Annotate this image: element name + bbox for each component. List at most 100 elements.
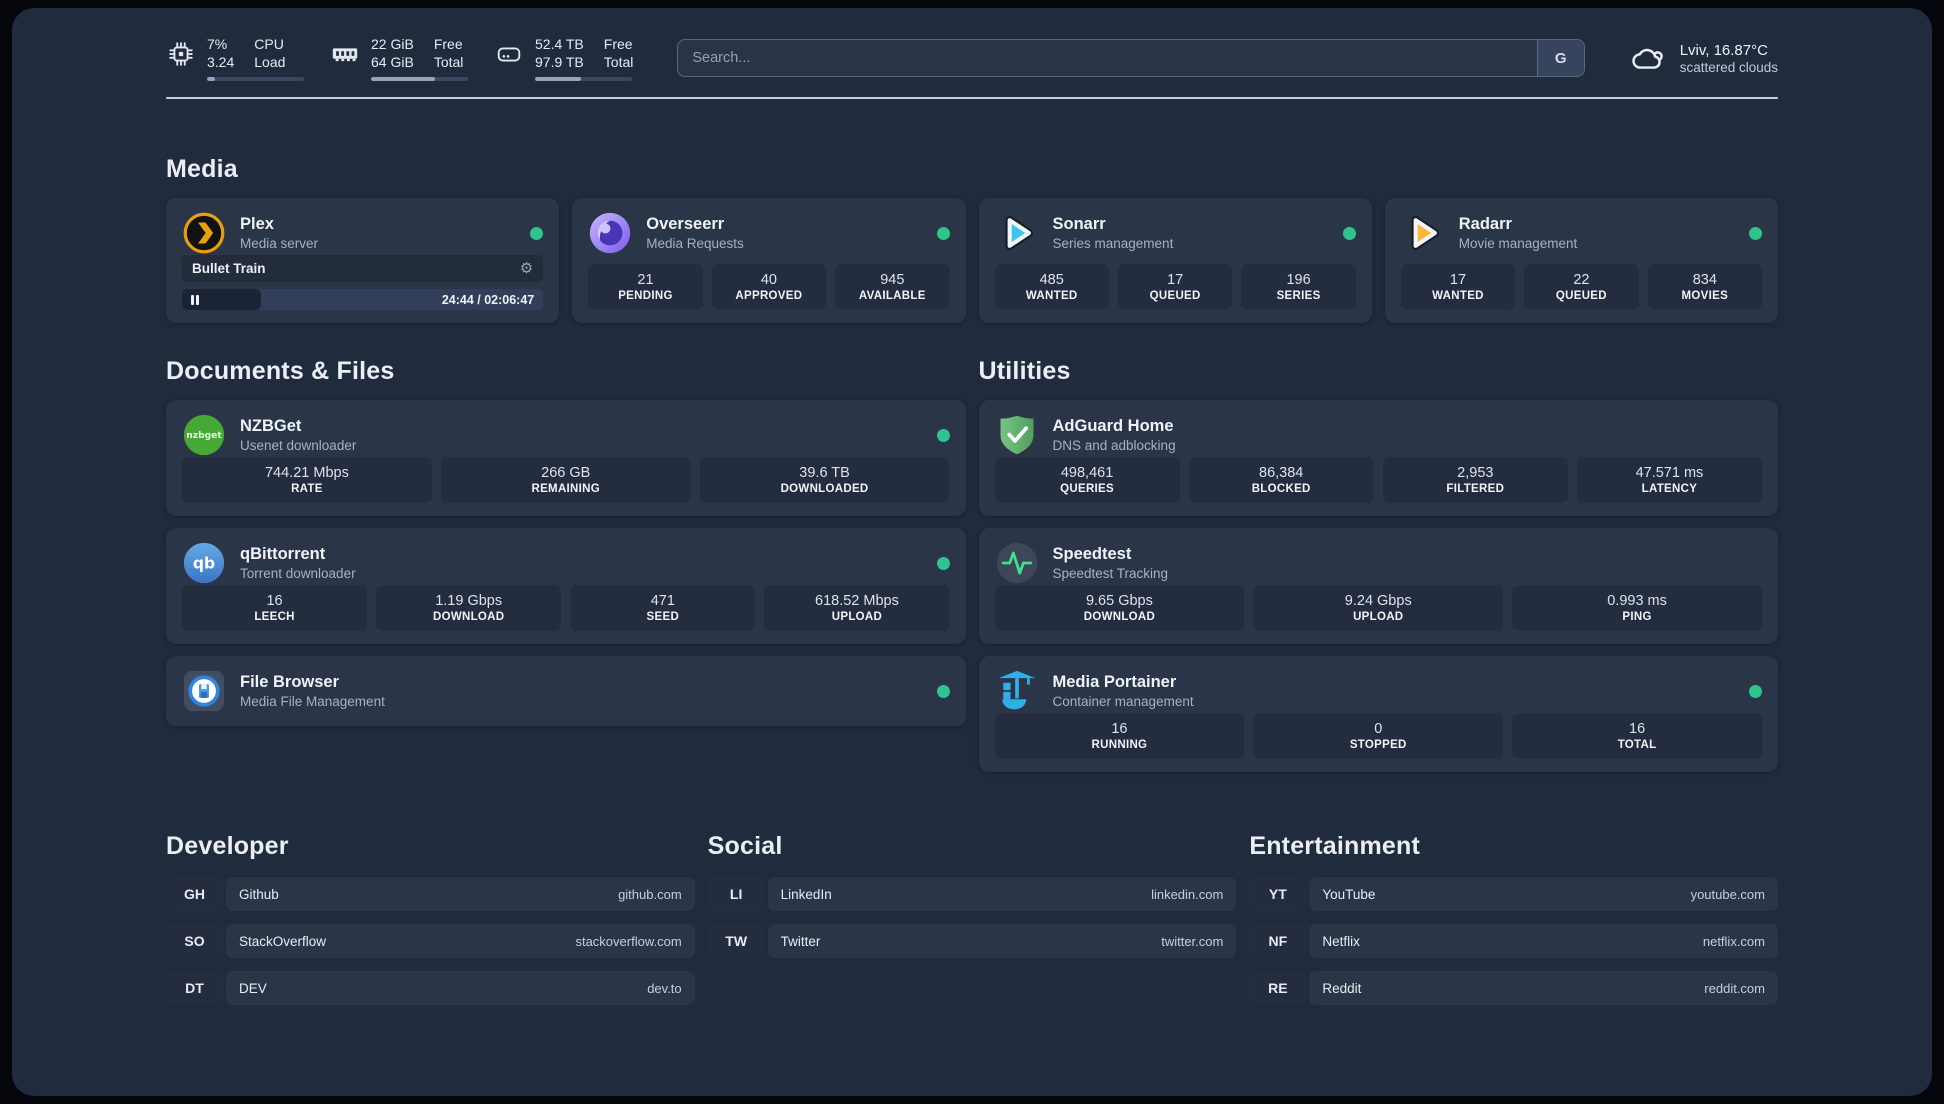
app-stats: 485 WANTED 17 QUEUED 196 SERIES (994, 264, 1356, 310)
app-card[interactable]: AdGuard Home DNS and adblocking 498,461 QUE… (978, 400, 1778, 516)
stat-box: 0.993 ms PING (1512, 585, 1762, 631)
bookmark-abbr-badge: GH (166, 877, 223, 911)
bookmark-list: LI LinkedIn linkedin.com TW Twitter twitter.c… (707, 877, 1237, 958)
stat-progress-track (207, 76, 304, 82)
bookmark-link[interactable]: YT YouTube youtube.com (1249, 877, 1778, 911)
utilities-card-list: AdGuard Home DNS and adblocking 498,461 QUE… (978, 400, 1778, 772)
bookmark-section: Entertainment YT YouTube youtube.com NF Netfl… (1249, 832, 1778, 1005)
app-card[interactable]: qb qBittorrent Torrent downloader 16 LEECH 1.… (166, 528, 966, 644)
app-subtitle: Movie management (1458, 236, 1578, 252)
app-text: File Browser Media File Management (240, 673, 385, 710)
stat-box: 86,384 BLOCKED (1188, 457, 1374, 503)
app-stats: 16 RUNNING 0 STOPPED 16 TOTAL (994, 713, 1763, 759)
stat-box: 21 PENDING (588, 264, 703, 310)
stat-label: UPLOAD (1353, 611, 1404, 623)
weather-location-temp: Lviv, 16.87°C (1679, 41, 1768, 59)
now-playing-title: Bullet Train (192, 261, 266, 276)
bookmark-link[interactable]: LI LinkedIn linkedin.com (707, 877, 1237, 911)
app-card[interactable]: Overseerr Media Requests 21 PENDING 40 APPROV… (572, 198, 966, 323)
app-name: Speedtest (1052, 544, 1132, 563)
search-engine-button[interactable]: G (1536, 40, 1584, 76)
stat-box: 47.571 ms LATENCY (1576, 457, 1762, 503)
stat-box: 2,953 FILTERED (1382, 457, 1568, 503)
app-subtitle: Media File Management (240, 694, 385, 710)
stat-value: 9.65 Gbps (1085, 593, 1153, 609)
stat-value: 485 (1039, 272, 1064, 288)
stat-label: DOWNLOAD (1083, 611, 1156, 623)
app-card[interactable]: Plex Media server Bullet Train ⚙ 24:44 / 02:… (166, 198, 560, 323)
stat-label: WANTED (1025, 290, 1078, 302)
stat-box: 39.6 TB DOWNLOADED (699, 457, 950, 503)
bookmark-link[interactable]: TW Twitter twitter.com (707, 924, 1237, 958)
stat-label: FILTERED (1446, 483, 1505, 495)
app-card[interactable]: File Browser Media File Management (166, 656, 966, 726)
stat-box: 744.21 Mbps RATE (182, 457, 432, 503)
stat-label-top: CPU (254, 35, 284, 52)
stat-progress-track (535, 76, 632, 82)
bookmark-url: linkedin.com (1151, 886, 1224, 902)
bookmark-abbr-badge: NF (1249, 924, 1307, 958)
status-dot (1749, 226, 1762, 240)
ram-icon (330, 39, 360, 69)
svg-text:nzbget: nzbget (186, 430, 222, 441)
bookmark-name: Github (239, 886, 279, 902)
app-card[interactable]: Media Portainer Container management 16 RUN… (978, 656, 1778, 772)
search-input[interactable] (677, 39, 1585, 77)
stat-label: SERIES (1276, 290, 1321, 302)
stat-label: QUEUED (1149, 290, 1201, 302)
time-display: 24:44 / 02:06:47 (441, 292, 535, 307)
status-dot (936, 226, 950, 240)
stat-value: 40 (760, 272, 777, 288)
gear-icon[interactable]: ⚙ (520, 261, 533, 276)
app-card[interactable]: Sonarr Series management 485 WANTED 17 QUEUED… (978, 198, 1372, 323)
stat-progress-fill (207, 76, 215, 82)
bookmark-link[interactable]: DT DEV dev.to (166, 971, 695, 1005)
bookmark-section-title: Entertainment (1249, 832, 1421, 860)
section-documents: Documents & Files nzbget NZBGet Usenet dow… (166, 357, 966, 726)
seek-bar[interactable]: 24:44 / 02:06:47 (182, 289, 544, 310)
bookmark-name: DEV (239, 980, 267, 996)
stat-label-top: Free (603, 35, 633, 52)
bookmark-url: twitter.com (1161, 933, 1224, 949)
bookmark-link[interactable]: NF Netflix netflix.com (1249, 924, 1778, 958)
app-text: Sonarr Series management (1053, 215, 1174, 252)
stat-box: 17 QUEUED (1117, 264, 1233, 310)
stat-value: 16 (1629, 721, 1646, 737)
stat-label: SEED (646, 611, 680, 623)
stat-label: MOVIES (1681, 290, 1729, 302)
bookmark-abbr-badge: LI (707, 877, 765, 911)
stat-label: DOWNLOAD (432, 611, 505, 623)
app-subtitle: DNS and adblocking (1052, 438, 1176, 454)
stat-box: 945 AVAILABLE (835, 264, 950, 310)
section-utilities: Utilities AdGuard Home DNS and adblocking… (978, 357, 1778, 772)
section-title-utilities: Utilities (978, 357, 1071, 385)
weather-widget: Lviv, 16.87°C scattered clouds (1629, 41, 1778, 75)
bookmark-link[interactable]: GH Github github.com (166, 877, 695, 911)
bookmark-link[interactable]: SO StackOverflow stackoverflow.com (166, 924, 695, 958)
app-subtitle: Usenet downloader (240, 438, 357, 454)
stat-box: 834 MOVIES (1647, 264, 1763, 310)
stat-value: 0.993 ms (1607, 593, 1667, 609)
stat-box: 9.65 Gbps DOWNLOAD (994, 585, 1245, 631)
media-card-grid: Plex Media server Bullet Train ⚙ 24:44 / 02:… (166, 198, 1778, 323)
bookmark-link[interactable]: RE Reddit reddit.com (1249, 971, 1778, 1005)
stat-value: 471 (650, 593, 675, 609)
stat-label: BLOCKED (1251, 483, 1311, 495)
stat-label: DOWNLOADED (780, 483, 869, 495)
app-card[interactable]: Speedtest Speedtest Tracking 9.65 Gbps DOWN… (978, 528, 1778, 644)
now-playing-bar: Bullet Train ⚙ (182, 255, 544, 282)
stat-value: 498,461 (1060, 465, 1114, 481)
system-stat: 22 GiB 64 GiB Free Total (330, 35, 468, 82)
stat-label: TOTAL (1617, 739, 1657, 751)
stat-box: 1.19 Gbps DOWNLOAD (376, 585, 562, 631)
status-dot (936, 428, 950, 442)
bookmark-section-title: Social (707, 832, 783, 860)
app-text: Speedtest Speedtest Tracking (1053, 545, 1169, 582)
stat-value: 16 (266, 593, 283, 609)
bookmark-abbr-badge: YT (1249, 877, 1307, 911)
app-card[interactable]: nzbget NZBGet Usenet downloader 744.21 Mbps… (166, 400, 966, 516)
app-name: Radarr (1458, 214, 1512, 233)
app-card[interactable]: Radarr Movie management 17 WANTED 22 QUEUED 83… (1384, 198, 1778, 323)
app-text: Plex Media server (240, 215, 318, 252)
sonarr-icon (995, 211, 1039, 255)
